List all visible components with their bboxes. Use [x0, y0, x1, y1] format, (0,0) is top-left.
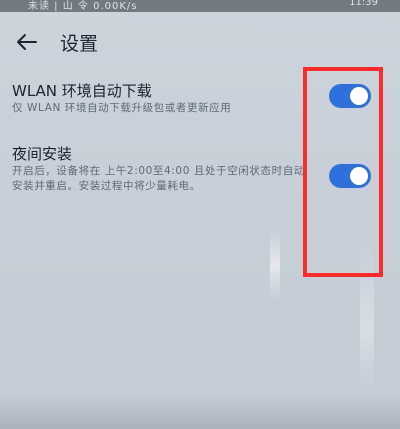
bottom-shade	[0, 395, 400, 429]
screen-glare	[360, 240, 374, 390]
page-title: 设置	[60, 33, 99, 55]
setting-desc-night-install: 开启后，设备将在 上午2:00至4:00 且处于空闲状态时自动安装并重启。安装过…	[12, 165, 305, 192]
toggle-knob	[350, 87, 368, 105]
toggle-knob	[350, 167, 368, 185]
setting-wlan-auto-download: WLAN 环境自动下载 仅 WLAN 环境自动下载升级包或者更新应用	[0, 80, 400, 130]
setting-desc-wlan: 仅 WLAN 环境自动下载升级包或者更新应用	[12, 102, 232, 114]
arrow-left-icon[interactable]	[14, 30, 40, 54]
status-bar: 未读 | 山 令 0.00K/s 11:39	[0, 0, 400, 12]
screen-glare	[270, 230, 280, 300]
setting-title-night-install: 夜间安装	[12, 145, 73, 163]
setting-title-wlan: WLAN 环境自动下载	[12, 82, 152, 100]
header: 设置	[0, 22, 400, 62]
status-bar-left-text: 未读 | 山 令 0.00K/s	[28, 1, 138, 12]
status-bar-time: 11:39	[349, 0, 378, 8]
setting-night-install: 夜间安装 开启后，设备将在 上午2:00至4:00 且处于空闲状态时自动安装并重…	[0, 143, 400, 223]
wlan-auto-download-toggle[interactable]	[329, 84, 371, 108]
night-install-toggle[interactable]	[329, 164, 371, 188]
